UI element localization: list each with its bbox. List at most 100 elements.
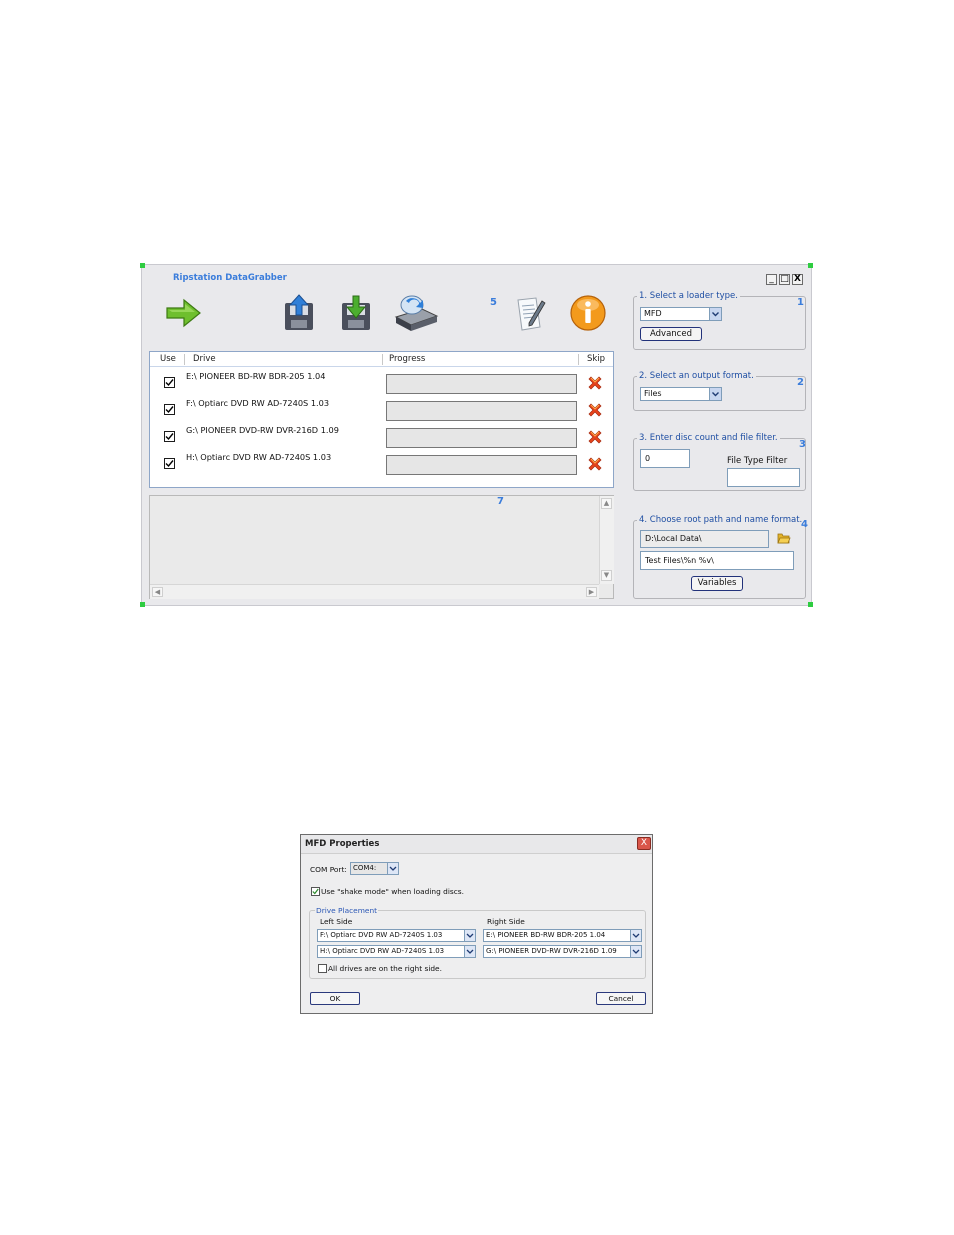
- scroll-up-icon[interactable]: ▲: [601, 498, 612, 509]
- resize-corner[interactable]: [140, 263, 145, 268]
- cancel-button[interactable]: Cancel: [596, 992, 646, 1005]
- left-drive-value: F:\ Optiarc DVD RW AD-7240S 1.03: [320, 931, 443, 939]
- horizontal-scrollbar[interactable]: ◀ ▶: [150, 584, 599, 599]
- notes-icon[interactable]: [512, 295, 548, 335]
- use-checkbox[interactable]: [164, 458, 175, 469]
- scroll-left-icon[interactable]: ◀: [152, 587, 163, 597]
- chevron-down-icon[interactable]: [464, 946, 475, 957]
- com-port-select[interactable]: COM4:: [350, 862, 399, 875]
- shake-mode-label: Use "shake mode" when loading discs.: [321, 887, 464, 896]
- shake-mode-checkbox[interactable]: [311, 887, 320, 896]
- chevron-down-icon[interactable]: [464, 930, 475, 941]
- left-drive-select-1[interactable]: F:\ Optiarc DVD RW AD-7240S 1.03: [317, 929, 476, 942]
- dialog-close-button[interactable]: X: [637, 837, 651, 850]
- main-window: Ripstation DataGrabber _ □ X 5 Use Drive…: [140, 263, 813, 607]
- output-format-select[interactable]: Files: [640, 387, 722, 401]
- drive-placement-title: Drive Placement: [315, 906, 379, 915]
- callout-toolbar: 5: [490, 297, 497, 308]
- progress-bar: [386, 455, 577, 475]
- close-button[interactable]: X: [792, 274, 803, 285]
- column-header-drive[interactable]: Drive: [193, 354, 216, 364]
- log-panel: 7 ▲ ▼ ◀ ▶: [149, 495, 614, 599]
- check-icon: [165, 460, 174, 468]
- chevron-down-icon[interactable]: [630, 930, 641, 941]
- use-checkbox[interactable]: [164, 377, 175, 388]
- right-drive-select-1[interactable]: E:\ PIONEER BD-RW BDR-205 1.04: [483, 929, 642, 942]
- drive-placement-group: Drive Placement Left Side Right Side F:\…: [309, 906, 646, 979]
- resize-corner[interactable]: [808, 602, 813, 607]
- loader-group: 1. Select a loader type. 1 MFD Advanced: [633, 291, 806, 350]
- chevron-down-icon[interactable]: [630, 946, 641, 957]
- drive-name: E:\ PIONEER BD-RW BDR-205 1.04: [186, 371, 326, 381]
- drive-name: G:\ PIONEER DVD-RW DVR-216D 1.09: [186, 425, 339, 435]
- info-icon[interactable]: [568, 293, 608, 333]
- scroll-down-icon[interactable]: ▼: [601, 570, 612, 581]
- callout-loader: 1: [797, 297, 804, 308]
- skip-x-icon[interactable]: [587, 456, 603, 472]
- maximize-button[interactable]: □: [779, 274, 790, 285]
- column-header-progress[interactable]: Progress: [389, 354, 425, 364]
- column-header-use[interactable]: Use: [160, 354, 176, 364]
- loader-type-value: MFD: [644, 309, 662, 318]
- callout-output: 2: [797, 377, 804, 388]
- table-row: H:\ Optiarc DVD RW AD-7240S 1.03: [150, 449, 613, 476]
- dialog-title: MFD Properties: [305, 839, 380, 849]
- start-arrow-icon[interactable]: [164, 293, 204, 333]
- check-icon: [165, 379, 174, 387]
- right-side-label: Right Side: [487, 917, 525, 926]
- column-divider[interactable]: [382, 354, 383, 365]
- chevron-down-icon[interactable]: [387, 863, 398, 874]
- header-divider: [150, 366, 613, 367]
- table-row: G:\ PIONEER DVD-RW DVR-216D 1.09: [150, 422, 613, 449]
- dialog-titlebar[interactable]: MFD Properties X: [301, 835, 652, 854]
- all-right-checkbox[interactable]: [318, 964, 327, 973]
- variables-button[interactable]: Variables: [691, 576, 743, 591]
- load-drive-icon[interactable]: [392, 291, 440, 331]
- download-disk-icon[interactable]: [336, 293, 376, 333]
- use-checkbox[interactable]: [164, 431, 175, 442]
- use-checkbox[interactable]: [164, 404, 175, 415]
- skip-x-icon[interactable]: [587, 402, 603, 418]
- left-side-label: Left Side: [320, 917, 353, 926]
- resize-corner[interactable]: [808, 263, 813, 268]
- right-drive-select-2[interactable]: G:\ PIONEER DVD-RW DVR-216D 1.09: [483, 945, 642, 958]
- folder-icon[interactable]: [777, 531, 791, 545]
- chevron-down-icon[interactable]: [709, 308, 721, 320]
- root-path-input[interactable]: D:\Local Data\: [640, 530, 769, 548]
- resize-corner[interactable]: [140, 602, 145, 607]
- skip-x-icon[interactable]: [587, 375, 603, 391]
- app-title: Ripstation DataGrabber: [173, 273, 287, 283]
- callout-path: 4: [801, 519, 808, 530]
- check-icon: [165, 406, 174, 414]
- callout-filter: 3: [799, 439, 806, 450]
- column-divider[interactable]: [184, 354, 185, 365]
- vertical-scrollbar[interactable]: ▲ ▼: [599, 496, 614, 584]
- chevron-down-icon[interactable]: [709, 388, 721, 400]
- name-format-input[interactable]: Test Files\%n %v\: [640, 551, 794, 570]
- left-drive-select-2[interactable]: H:\ Optiarc DVD RW AD-7240S 1.03: [317, 945, 476, 958]
- table-row: E:\ PIONEER BD-RW BDR-205 1.04: [150, 368, 613, 395]
- com-port-label: COM Port:: [310, 865, 347, 874]
- output-format-value: Files: [644, 389, 662, 398]
- advanced-button[interactable]: Advanced: [640, 327, 702, 341]
- output-group-title: 2. Select an output format.: [637, 371, 756, 381]
- minimize-button[interactable]: _: [766, 274, 777, 285]
- skip-x-icon[interactable]: [587, 429, 603, 445]
- table-row: F:\ Optiarc DVD RW AD-7240S 1.03: [150, 395, 613, 422]
- file-type-filter-input[interactable]: [727, 468, 800, 487]
- filter-group: 3. Enter disc count and file filter. 3 0…: [633, 433, 806, 491]
- loader-type-select[interactable]: MFD: [640, 307, 722, 321]
- com-port-value: COM4:: [353, 864, 377, 872]
- ok-button[interactable]: OK: [310, 992, 360, 1005]
- path-group: 4. Choose root path and name format. 4 D…: [633, 515, 808, 599]
- column-divider[interactable]: [578, 354, 579, 365]
- column-header-skip[interactable]: Skip: [587, 354, 605, 364]
- scroll-right-icon[interactable]: ▶: [586, 587, 597, 597]
- file-type-filter-label: File Type Filter: [727, 456, 788, 466]
- mfd-properties-dialog: MFD Properties X COM Port: COM4: Use "sh…: [300, 834, 653, 1014]
- disc-count-input[interactable]: 0: [640, 449, 690, 468]
- check-icon: [312, 888, 319, 895]
- upload-disk-icon[interactable]: [279, 293, 319, 333]
- check-icon: [165, 433, 174, 441]
- drive-name: F:\ Optiarc DVD RW AD-7240S 1.03: [186, 398, 330, 408]
